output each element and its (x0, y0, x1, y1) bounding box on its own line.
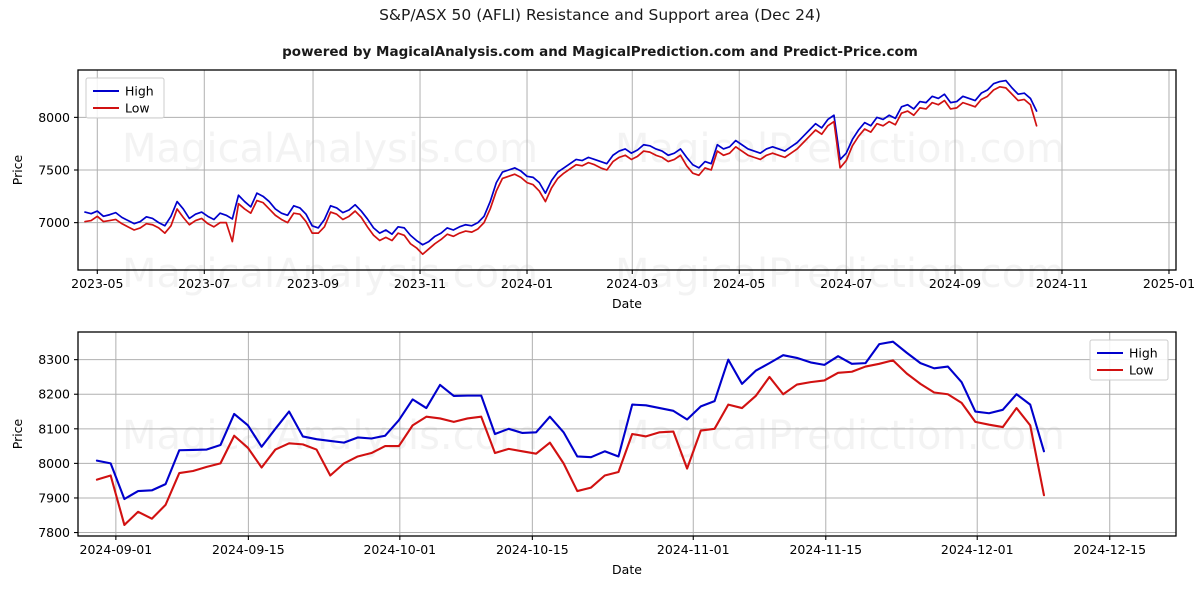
svg-text:2023-11: 2023-11 (394, 276, 446, 291)
svg-text:2024-11: 2024-11 (1036, 276, 1088, 291)
svg-text:2024-11-15: 2024-11-15 (789, 542, 862, 557)
svg-text:2024-12-01: 2024-12-01 (941, 542, 1014, 557)
svg-text:2024-09-15: 2024-09-15 (212, 542, 285, 557)
svg-text:High: High (1129, 346, 1158, 361)
svg-text:2024-03: 2024-03 (606, 276, 658, 291)
svg-text:7800: 7800 (38, 525, 70, 540)
svg-text:2024-09-01: 2024-09-01 (80, 542, 153, 557)
svg-text:7000: 7000 (38, 215, 70, 230)
svg-text:Low: Low (1129, 363, 1154, 378)
svg-text:8300: 8300 (38, 352, 70, 367)
svg-text:Price: Price (10, 154, 25, 185)
svg-text:8200: 8200 (38, 387, 70, 402)
svg-text:2025-01: 2025-01 (1143, 276, 1195, 291)
svg-text:8000: 8000 (38, 456, 70, 471)
svg-text:7500: 7500 (38, 163, 70, 178)
svg-text:2024-07: 2024-07 (820, 276, 872, 291)
svg-text:MagicalPrediction.com: MagicalPrediction.com (615, 413, 1065, 459)
svg-text:MagicalAnalysis.com: MagicalAnalysis.com (122, 126, 538, 172)
svg-text:7900: 7900 (38, 490, 70, 505)
svg-text:2024-10-01: 2024-10-01 (363, 542, 436, 557)
svg-text:2024-05: 2024-05 (713, 276, 765, 291)
svg-text:2023-05: 2023-05 (71, 276, 123, 291)
svg-text:2023-07: 2023-07 (178, 276, 230, 291)
overview-chart: MagicalAnalysis.comMagicalPrediction.com… (10, 69, 1195, 311)
svg-text:Low: Low (125, 101, 150, 116)
svg-text:2024-11-01: 2024-11-01 (657, 542, 730, 557)
svg-text:8000: 8000 (38, 110, 70, 125)
svg-text:Date: Date (612, 562, 642, 577)
svg-text:2024-01: 2024-01 (501, 276, 553, 291)
svg-text:2024-12-15: 2024-12-15 (1073, 542, 1146, 557)
chart-page: S&P/ASX 50 (AFLI) Resistance and Support… (0, 0, 1200, 600)
page-subtitle: powered by MagicalAnalysis.com and Magic… (282, 44, 918, 60)
svg-text:Price: Price (10, 418, 25, 449)
svg-text:8100: 8100 (38, 421, 70, 436)
svg-text:Date: Date (612, 296, 642, 311)
detail-chart: MagicalAnalysis.com MagicalPrediction.com… (10, 331, 1177, 577)
page-title: S&P/ASX 50 (AFLI) Resistance and Support… (379, 6, 821, 24)
svg-text:MagicalAnalysis.com: MagicalAnalysis.com (122, 413, 538, 459)
svg-text:High: High (125, 84, 154, 99)
svg-text:2023-09: 2023-09 (287, 276, 339, 291)
svg-text:2024-09: 2024-09 (929, 276, 981, 291)
svg-text:2024-10-15: 2024-10-15 (496, 542, 569, 557)
